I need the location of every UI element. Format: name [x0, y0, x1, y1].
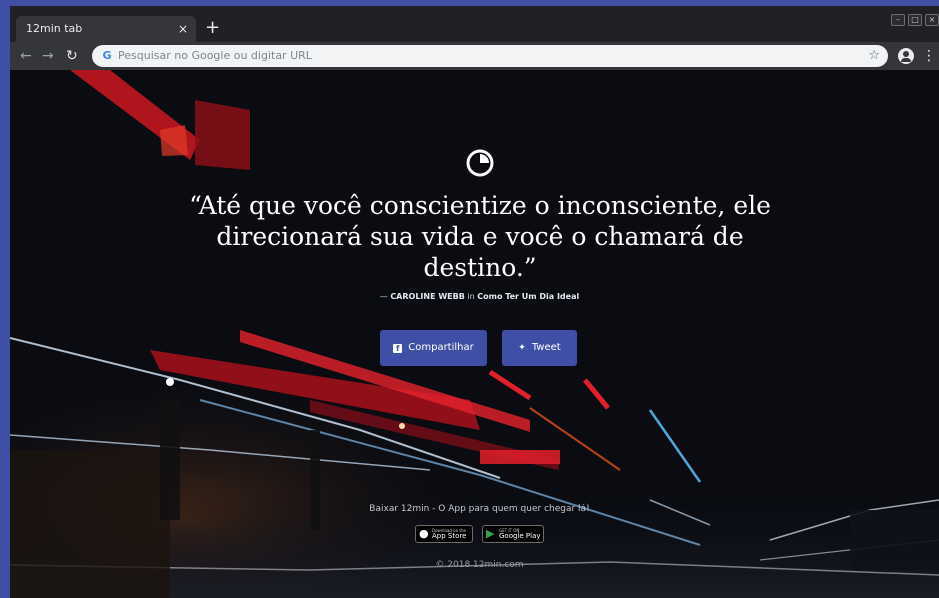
- share-label: Compartilhar: [408, 342, 474, 353]
- author-name[interactable]: CAROLINE WEBB: [390, 292, 465, 301]
- 12min-logo-icon: [466, 149, 494, 177]
- forward-arrow-icon[interactable]: →: [42, 46, 54, 66]
- copyright-text: © 2018 12min.com: [435, 560, 524, 570]
- google-icon: G: [102, 49, 112, 62]
- menu-dots-icon[interactable]: ⋮: [922, 46, 936, 66]
- attribution-prefix: —: [379, 292, 391, 301]
- address-bar[interactable]: G Pesquisar no Google ou digitar URL ☆: [92, 45, 888, 67]
- share-button[interactable]: f Compartilhar: [380, 330, 487, 366]
- app-store-name: App Store: [432, 532, 467, 540]
- window-controls: – □ ×: [891, 14, 939, 26]
- bookmark-star-icon[interactable]: ☆: [868, 45, 880, 67]
- attribution-in: in: [464, 292, 478, 301]
- facebook-icon: f: [393, 344, 403, 353]
- back-arrow-icon[interactable]: ←: [20, 46, 32, 66]
- google-play-badge[interactable]: ▶ GET IT ON Google Play: [482, 525, 544, 543]
- page-content: “Até que você conscientize o inconscient…: [10, 70, 939, 598]
- tweet-button[interactable]: ✦ Tweet: [502, 330, 577, 366]
- quote-attribution: — CAROLINE WEBB in Como Ter Um Dia Ideal: [10, 292, 939, 301]
- book-title[interactable]: Como Ter Um Dia Ideal: [477, 292, 579, 301]
- twitter-bird-icon: ✦: [518, 343, 526, 353]
- maximize-button[interactable]: □: [908, 14, 922, 26]
- close-window-button[interactable]: ×: [925, 14, 939, 26]
- close-tab-icon[interactable]: ×: [178, 16, 188, 42]
- browser-tab[interactable]: 12min tab ×: [16, 16, 196, 42]
- google-play-name: Google Play: [499, 532, 541, 540]
- browser-window: 12min tab × + – □ × ← → ↻ G Pesquisar no…: [10, 6, 939, 598]
- address-placeholder: Pesquisar no Google ou digitar URL: [118, 49, 312, 62]
- browser-toolbar: ← → ↻ G Pesquisar no Google ou digitar U…: [10, 42, 939, 70]
- app-store-badge[interactable]: ● Download on the App Store: [415, 525, 473, 543]
- profile-icon[interactable]: [898, 48, 914, 64]
- tweet-label: Tweet: [531, 342, 561, 353]
- new-tab-button[interactable]: +: [205, 15, 220, 41]
- reload-icon[interactable]: ↻: [66, 46, 78, 66]
- page-viewport: “Até que você conscientize o inconscient…: [10, 70, 939, 598]
- download-app-text: Baixar 12min - O App para quem quer cheg…: [369, 504, 590, 514]
- tab-bar: 12min tab × + – □ ×: [10, 6, 939, 42]
- quote-text: “Até que você conscientize o inconscient…: [189, 191, 771, 282]
- minimize-button[interactable]: –: [891, 14, 905, 26]
- apple-icon: ●: [419, 527, 429, 540]
- tab-title: 12min tab: [26, 22, 83, 35]
- google-play-icon: ▶: [486, 527, 495, 540]
